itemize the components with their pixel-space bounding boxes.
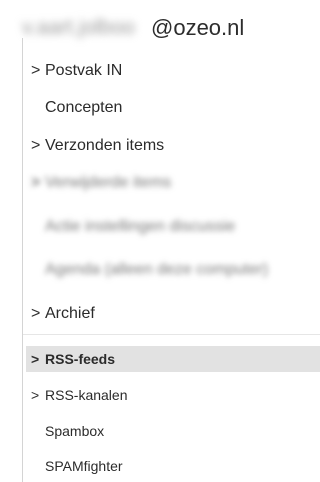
folder-item-concepten[interactable]: Concepten [26, 93, 320, 123]
folder-label: Verzonden items [45, 137, 165, 154]
folder-item-verwijderde-items[interactable]: > Verwijderde items [26, 168, 320, 198]
folder-label: RSS-feeds [45, 351, 116, 367]
folder-item-blurred-2[interactable]: Agenda (alleen deze computer) [26, 255, 320, 285]
chevron-right-icon[interactable]: > [31, 137, 43, 155]
folder-item-spamfighter[interactable]: SPAMfighter [26, 453, 320, 479]
folder-label: Postvak IN [45, 62, 123, 79]
folder-label: Actie instellingen discussie [45, 218, 236, 235]
folder-label: Spambox [45, 423, 105, 439]
folder-label: SPAMfighter [45, 458, 123, 474]
folder-label: Concepten [45, 99, 123, 116]
folder-label: RSS-kanalen [45, 387, 128, 403]
chevron-right-icon[interactable]: > [31, 305, 43, 323]
folder-label: Archief [45, 305, 95, 322]
folder-item-blurred-1[interactable]: Actie instellingen discussie [26, 212, 320, 242]
chevron-right-icon[interactable]: > [31, 351, 43, 367]
folder-label: Verwijderde items [45, 174, 172, 191]
account-header[interactable]: v.aart.jolboo @ozeo.nl [0, 0, 320, 44]
folder-item-postvak-in[interactable]: > Postvak IN [26, 56, 320, 86]
account-domain: @ozeo.nl [151, 15, 245, 40]
folder-item-archief[interactable]: > Archief [26, 299, 320, 329]
folder-item-rss-feeds[interactable]: > RSS-feeds [26, 346, 320, 372]
folder-label: Agenda (alleen deze computer) [45, 261, 269, 278]
chevron-right-icon[interactable]: > [31, 387, 43, 403]
chevron-right-icon[interactable]: > [31, 174, 43, 192]
divider [23, 334, 320, 335]
folder-item-verzonden-items[interactable]: > Verzonden items [26, 131, 320, 161]
folder-item-rss-kanalen[interactable]: > RSS-kanalen [26, 382, 320, 408]
folder-pane-border [22, 38, 23, 482]
chevron-right-icon[interactable]: > [31, 62, 43, 80]
account-name-blurred: v.aart.jolboo [22, 16, 135, 39]
folder-item-spambox[interactable]: Spambox [26, 418, 320, 444]
